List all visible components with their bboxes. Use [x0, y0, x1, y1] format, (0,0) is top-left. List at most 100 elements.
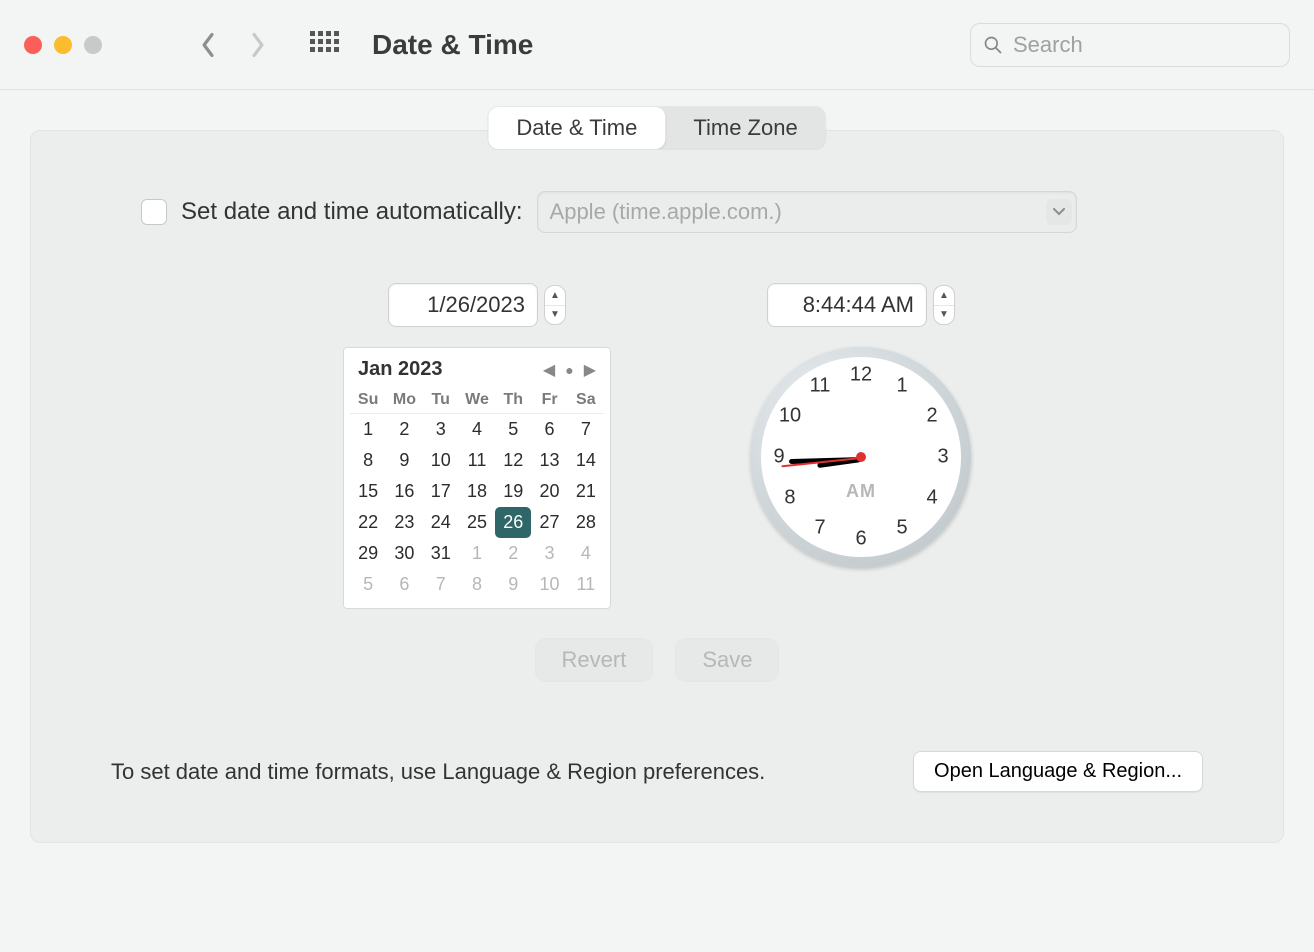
calendar-day[interactable]: 18	[459, 476, 495, 507]
calendar-day[interactable]: 2	[495, 538, 531, 569]
forward-button[interactable]	[240, 27, 276, 63]
calendar-day[interactable]: 1	[459, 538, 495, 569]
search-icon	[983, 35, 1003, 55]
calendar-day[interactable]: 20	[531, 476, 567, 507]
calendar-day[interactable]: 28	[568, 507, 604, 538]
calendar-next-icon[interactable]: ▶	[584, 360, 596, 380]
auto-set-checkbox[interactable]	[141, 199, 167, 225]
calendar-day[interactable]: 21	[568, 476, 604, 507]
calendar-day[interactable]: 14	[568, 445, 604, 476]
calendar-dow: Sa	[568, 387, 604, 414]
calendar-day[interactable]: 25	[459, 507, 495, 538]
action-buttons: Revert Save	[101, 639, 1213, 681]
date-field-row: 1/26/2023 ▲ ▼	[388, 283, 566, 327]
save-button[interactable]: Save	[676, 639, 778, 681]
time-field-row: 8:44:44 AM ▲ ▼	[767, 283, 955, 327]
calendar-day[interactable]: 8	[350, 445, 386, 476]
calendar-day[interactable]: 9	[386, 445, 422, 476]
calendar-title: Jan 2023	[358, 358, 443, 381]
clock-number: 10	[779, 405, 801, 428]
calendar-day[interactable]: 22	[350, 507, 386, 538]
search-input[interactable]: Search	[970, 23, 1290, 67]
calendar-day[interactable]: 31	[423, 538, 459, 569]
calendar-day[interactable]: 30	[386, 538, 422, 569]
calendar-today-icon[interactable]: ●	[565, 362, 573, 378]
footer-text: To set date and time formats, use Langua…	[111, 759, 765, 785]
calendar-day[interactable]: 10	[531, 569, 567, 600]
calendar-day[interactable]: 24	[423, 507, 459, 538]
calendar-day[interactable]: 4	[459, 414, 495, 445]
time-field[interactable]: 8:44:44 AM	[767, 283, 927, 327]
stepper-up-icon[interactable]: ▲	[934, 286, 954, 306]
calendar-day[interactable]: 8	[459, 569, 495, 600]
calendar-day[interactable]: 19	[495, 476, 531, 507]
revert-button[interactable]: Revert	[536, 639, 653, 681]
zoom-icon[interactable]	[84, 36, 102, 54]
calendar-day[interactable]: 11	[459, 445, 495, 476]
calendar-day[interactable]: 1	[350, 414, 386, 445]
minimize-icon[interactable]	[54, 36, 72, 54]
close-icon[interactable]	[24, 36, 42, 54]
calendar-day[interactable]: 23	[386, 507, 422, 538]
clock-number: 12	[850, 364, 872, 387]
calendar-day[interactable]: 5	[495, 414, 531, 445]
calendar-day[interactable]: 11	[568, 569, 604, 600]
clock-pivot	[856, 452, 866, 462]
calendar-day[interactable]: 6	[531, 414, 567, 445]
calendar-dow: Tu	[423, 387, 459, 414]
calendar-header: Jan 2023 ◀ ● ▶	[350, 356, 604, 387]
calendar-day[interactable]: 3	[531, 538, 567, 569]
chevron-left-icon	[199, 32, 217, 58]
clock-number: 5	[896, 517, 907, 540]
calendar-day[interactable]: 7	[568, 414, 604, 445]
calendar-day[interactable]: 17	[423, 476, 459, 507]
clock-number: 8	[784, 487, 795, 510]
calendar-day[interactable]: 27	[531, 507, 567, 538]
time-column: 8:44:44 AM ▲ ▼ AM 121234567891011	[751, 283, 971, 609]
main-panel: Date & Time Time Zone Set date and time …	[30, 130, 1284, 843]
calendar-day[interactable]: 10	[423, 445, 459, 476]
clock-ampm: AM	[846, 481, 876, 502]
date-field[interactable]: 1/26/2023	[388, 283, 538, 327]
page-title: Date & Time	[372, 29, 533, 61]
clock-number: 2	[926, 405, 937, 428]
auto-set-row: Set date and time automatically: Apple (…	[101, 191, 1213, 233]
clock-number: 6	[855, 528, 866, 551]
calendar-day[interactable]: 13	[531, 445, 567, 476]
calendar-day[interactable]: 26	[495, 507, 531, 538]
calendar-day[interactable]: 5	[350, 569, 386, 600]
calendar-day[interactable]: 12	[495, 445, 531, 476]
calendar-day[interactable]: 2	[386, 414, 422, 445]
calendar-prev-icon[interactable]: ◀	[543, 360, 555, 380]
stepper-down-icon[interactable]: ▼	[934, 306, 954, 325]
stepper-up-icon[interactable]: ▲	[545, 286, 565, 306]
tab-time-zone[interactable]: Time Zone	[665, 107, 825, 149]
time-server-value: Apple (time.apple.com.)	[550, 199, 782, 225]
calendar-dow: We	[459, 387, 495, 414]
date-stepper[interactable]: ▲ ▼	[544, 285, 566, 325]
calendar-day[interactable]: 7	[423, 569, 459, 600]
tab-date-time[interactable]: Date & Time	[488, 107, 665, 149]
stepper-down-icon[interactable]: ▼	[545, 306, 565, 325]
search-placeholder: Search	[1013, 32, 1083, 58]
time-stepper[interactable]: ▲ ▼	[933, 285, 955, 325]
calendar-dow: Fr	[531, 387, 567, 414]
show-all-icon[interactable]	[310, 31, 338, 59]
calendar-day[interactable]: 6	[386, 569, 422, 600]
open-region-button[interactable]: Open Language & Region...	[913, 751, 1203, 792]
analog-clock[interactable]: AM 121234567891011	[751, 347, 971, 567]
clock-number: 11	[810, 374, 831, 397]
calendar-day[interactable]: 15	[350, 476, 386, 507]
content-columns: 1/26/2023 ▲ ▼ Jan 2023 ◀ ● ▶ SuMoTuWeThF…	[101, 283, 1213, 609]
calendar-day[interactable]: 9	[495, 569, 531, 600]
calendar[interactable]: Jan 2023 ◀ ● ▶ SuMoTuWeThFrSa12345678910…	[343, 347, 611, 609]
chevron-down-icon[interactable]	[1046, 199, 1072, 225]
calendar-day[interactable]: 29	[350, 538, 386, 569]
date-column: 1/26/2023 ▲ ▼ Jan 2023 ◀ ● ▶ SuMoTuWeThF…	[343, 283, 611, 609]
back-button[interactable]	[190, 27, 226, 63]
calendar-day[interactable]: 3	[423, 414, 459, 445]
calendar-day[interactable]: 4	[568, 538, 604, 569]
time-server-field[interactable]: Apple (time.apple.com.)	[537, 191, 1077, 233]
calendar-dow: Mo	[386, 387, 422, 414]
calendar-day[interactable]: 16	[386, 476, 422, 507]
